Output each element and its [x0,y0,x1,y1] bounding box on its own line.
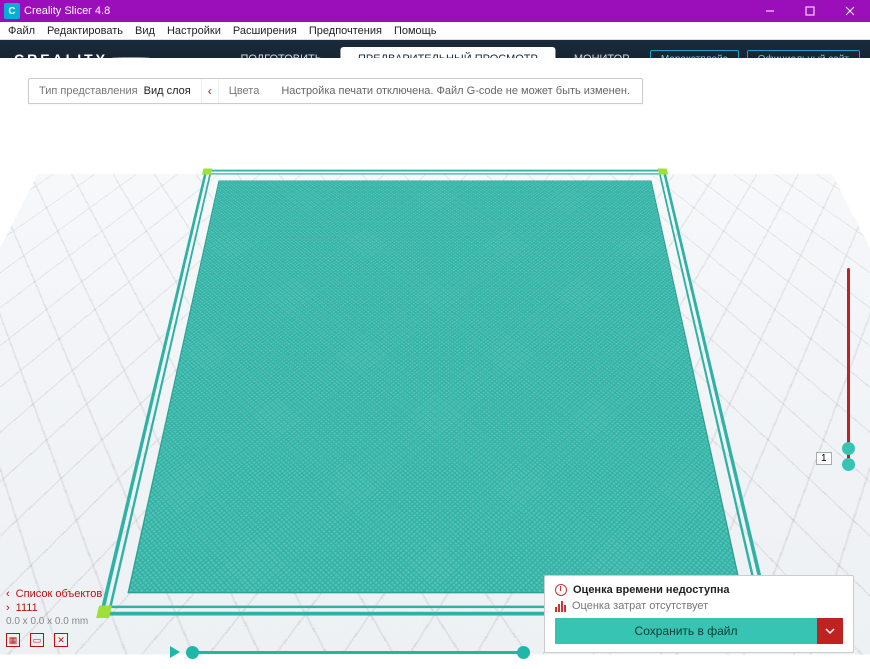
readonly-gcode-message: Настройка печати отключена. Файл G-code … [269,79,642,103]
window-titlebar: C Creality Slicer 4.8 [0,0,870,22]
menu-view[interactable]: Вид [129,25,161,37]
cost-estimate-title: Оценка затрат отсутствует [572,600,708,612]
save-to-file-button[interactable]: Сохранить в файл [555,618,817,644]
object-dimensions: 0.0 x 0.0 x 0.0 mm [6,616,102,627]
layer-slider-track[interactable]: 1 [847,268,850,469]
menu-help[interactable]: Помощь [388,25,443,37]
window-title: Creality Slicer 4.8 [24,5,750,17]
preview-toolbar: Тип представления Вид слоя ‹ Цвета Настр… [28,78,643,104]
menubar: Файл Редактировать Вид Настройки Расшире… [0,22,870,40]
print-info-panel: Оценка времени недоступна Оценка затрат … [544,575,854,653]
maximize-button[interactable] [790,0,830,22]
path-slider-track[interactable] [186,651,530,654]
layer-slider-handle-bottom[interactable] [842,458,855,471]
object-name[interactable]: 1111 [16,602,38,614]
clock-icon [555,584,567,596]
sliced-model [99,170,770,616]
viewport-3d[interactable]: 1 ‹ Список объектов › 1111 0.0 x 0.0 x 0… [0,58,870,669]
object-expand-icon[interactable]: › [6,602,10,614]
cost-bars-icon [555,600,566,612]
color-scheme-label[interactable]: Цвета [229,85,260,97]
layer-slider[interactable]: 1 [840,268,856,469]
minimize-button[interactable] [750,0,790,22]
grid-layout-icon[interactable]: ▦ [6,633,20,647]
time-estimate-title: Оценка времени недоступна [573,584,730,596]
menu-edit[interactable]: Редактировать [41,25,129,37]
object-list-collapse-icon[interactable]: ‹ [6,588,10,600]
menu-settings[interactable]: Настройки [161,25,227,37]
menu-file[interactable]: Файл [2,25,41,37]
menu-extensions[interactable]: Расширения [227,25,303,37]
menu-preferences[interactable]: Предпочтения [303,25,388,37]
save-dropdown-button[interactable] [817,618,843,644]
view-type-value[interactable]: Вид слоя [144,85,191,97]
view-type-collapse-icon[interactable]: ‹ [201,79,219,103]
close-button[interactable] [830,0,870,22]
path-slider[interactable] [170,645,530,659]
path-slider-handle-start[interactable] [186,646,199,659]
object-list: ‹ Список объектов › 1111 0.0 x 0.0 x 0.0… [6,586,102,647]
layer-slider-value: 1 [816,452,832,465]
delete-icon[interactable]: ✕ [54,633,68,647]
view-type-label: Тип представления [39,85,138,97]
play-icon[interactable] [170,646,180,658]
object-list-header[interactable]: Список объектов [16,588,103,600]
layer-slider-handle-top[interactable] [842,442,855,455]
app-icon: C [4,3,20,19]
path-slider-handle-end[interactable] [517,646,530,659]
folder-icon[interactable]: ▭ [30,633,44,647]
